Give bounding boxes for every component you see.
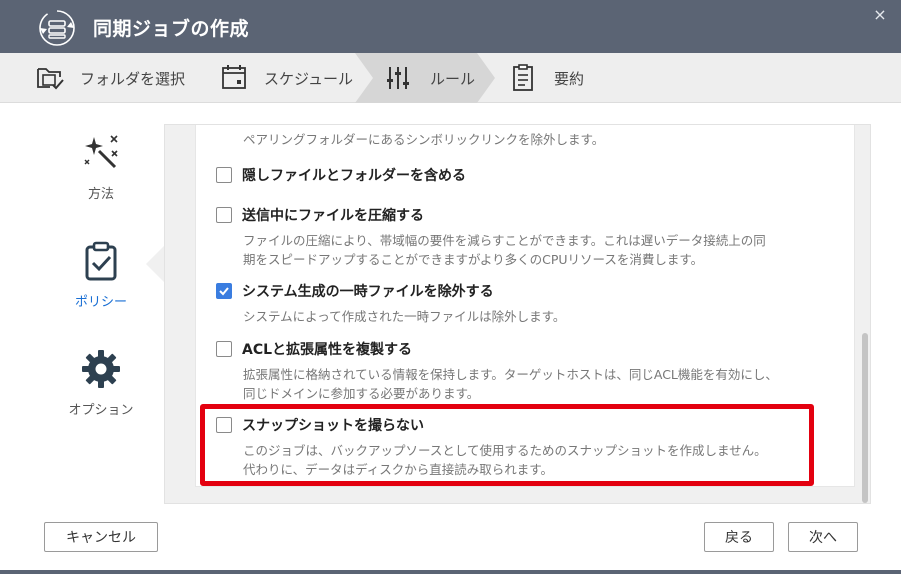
step-label: ルール: [430, 69, 476, 88]
option-label: 隠しファイルとフォルダーを含める: [242, 168, 466, 184]
option-label: システム生成の一時ファイルを除外する: [242, 284, 494, 300]
step-schedule[interactable]: スケジュール: [220, 53, 353, 103]
step-label: 要約: [554, 69, 585, 88]
wizard-steps: フォルダを選択 スケジュール ルール 要約: [0, 53, 901, 103]
copy-acl-checkbox[interactable]: [216, 341, 232, 357]
step-label: スケジュール: [264, 69, 353, 88]
option-description: 拡張属性に格納されている情報を保持します。ターゲットホストは、同じACL機能を有…: [243, 365, 846, 403]
checkmark-icon: [219, 287, 229, 296]
sidebar-item-policy[interactable]: ポリシー: [41, 241, 161, 310]
magic-wand-icon: [84, 135, 118, 169]
option-description: システムによって作成された一時ファイルは除外します。: [243, 307, 846, 326]
option-copy-acl: ACLと拡張属性を複製する 拡張属性に格納されている情報を保持します。ターゲット…: [216, 339, 846, 403]
step-label: フォルダを選択: [80, 69, 186, 88]
back-button[interactable]: 戻る: [704, 522, 774, 552]
step-folder-select[interactable]: フォルダを選択: [36, 53, 185, 103]
option-compress: 送信中にファイルを圧縮する ファイルの圧縮により、帯域幅の要件を減らすことができ…: [216, 205, 846, 269]
next-button[interactable]: 次へ: [788, 522, 858, 552]
sidebar-pointer: [146, 246, 164, 282]
sidebar-item-method[interactable]: 方法: [41, 133, 161, 202]
vertical-scrollbar[interactable]: [862, 333, 868, 503]
sidebar-item-label: ポリシー: [74, 295, 127, 310]
description-line: ファイルの圧縮により、帯域幅の要件を減らすことができます。これは遅いデータ接続上…: [243, 233, 766, 248]
description-line: 期をスピードアップすることができますがより多くのCPUリソースを消費します。: [243, 252, 704, 267]
step-rules[interactable]: ルール: [386, 53, 475, 103]
window-bottom-border: [0, 570, 901, 574]
sidebar: 方法 ポリシー オプション: [0, 103, 165, 503]
sidebar-item-options[interactable]: オプション: [41, 349, 161, 418]
option-description: ファイルの圧縮により、帯域幅の要件を減らすことができます。これは遅いデータ接続上…: [243, 231, 846, 269]
exclude-temp-checkbox[interactable]: [216, 283, 232, 299]
option-include-hidden: 隠しファイルとフォルダーを含める: [216, 165, 846, 185]
rules-icon: [387, 67, 409, 89]
window-title: 同期ジョブの作成: [93, 18, 250, 40]
summary-icon: [513, 64, 533, 91]
highlight-box: [200, 404, 814, 486]
include-hidden-checkbox[interactable]: [216, 167, 232, 183]
compress-checkbox[interactable]: [216, 207, 232, 223]
description-line: 同じドメインに参加する必要があります。: [243, 386, 480, 401]
option-label: ACLと拡張属性を複製する: [242, 342, 413, 358]
title-bar: 同期ジョブの作成 ×: [0, 0, 901, 53]
gear-icon: [82, 350, 120, 388]
calendar-icon: [222, 65, 246, 89]
option-description: ペアリングフォルダーにあるシンボリックリンクを除外します。: [243, 132, 605, 147]
option-label: 送信中にファイルを圧縮する: [242, 208, 424, 224]
cancel-button[interactable]: キャンセル: [44, 522, 158, 552]
sidebar-item-label: 方法: [87, 187, 114, 202]
sync-job-icon: [39, 10, 75, 46]
clipboard-check-icon: [85, 241, 117, 281]
description-line: システムによって作成された一時ファイルは除外します。: [243, 309, 566, 324]
description-line: 拡張属性に格納されている情報を保持します。ターゲットホストは、同じACL機能を有…: [243, 367, 778, 382]
option-exclude-temp: システム生成の一時ファイルを除外する システムによって作成された一時ファイルは除…: [216, 281, 846, 326]
close-icon[interactable]: ×: [870, 5, 890, 25]
sidebar-item-label: オプション: [68, 403, 134, 418]
folder-select-icon: [37, 68, 64, 90]
step-summary[interactable]: 要約: [510, 53, 584, 103]
